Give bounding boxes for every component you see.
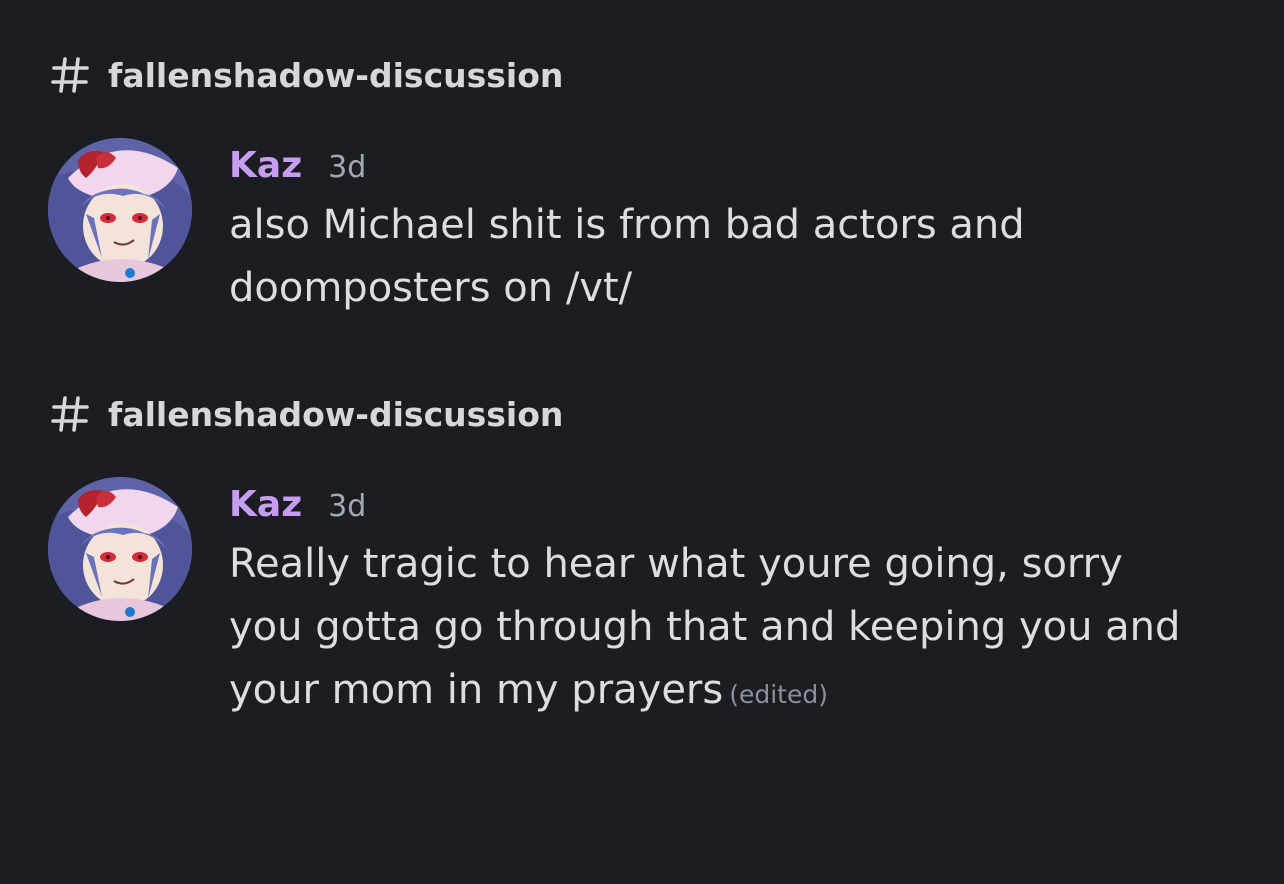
user-avatar[interactable]	[48, 477, 192, 621]
channel-name: fallenshadow-discussion	[108, 55, 564, 95]
message-line-last: your mom in my prayers (edited)	[229, 659, 1229, 726]
message-header: Kaz 3d	[229, 477, 1229, 533]
message-line: doomposters on /vt/	[229, 265, 633, 311]
message-body: Kaz 3d also Michael shit is from bad act…	[229, 138, 1229, 320]
message-line: your mom in my prayers	[229, 667, 724, 713]
channel-name: fallenshadow-discussion	[108, 394, 564, 434]
author-name[interactable]: Kaz	[229, 477, 302, 533]
search-results-feed: fallenshadow-discussion Kaz 3d also Mich…	[0, 0, 1284, 884]
author-name[interactable]: Kaz	[229, 138, 302, 194]
timestamp: 3d	[328, 150, 367, 185]
message-line: Really tragic to hear what youre going, …	[229, 541, 1123, 587]
channel-header[interactable]: fallenshadow-discussion	[50, 389, 563, 439]
hash-icon	[51, 57, 89, 93]
message-line: also Michael shit is from bad actors and	[229, 202, 1025, 248]
channel-header[interactable]: fallenshadow-discussion	[50, 50, 563, 100]
message-header: Kaz 3d	[229, 138, 1229, 194]
timestamp: 3d	[328, 489, 367, 524]
message-text: also Michael shit is from bad actors and…	[229, 194, 1229, 320]
user-avatar[interactable]	[48, 138, 192, 282]
edited-label: (edited)	[729, 680, 828, 709]
message-text: Really tragic to hear what youre going, …	[229, 533, 1229, 726]
message-line: you gotta go through that and keeping yo…	[229, 604, 1181, 650]
hash-icon	[51, 396, 89, 432]
message-body: Kaz 3d Really tragic to hear what youre …	[229, 477, 1229, 726]
